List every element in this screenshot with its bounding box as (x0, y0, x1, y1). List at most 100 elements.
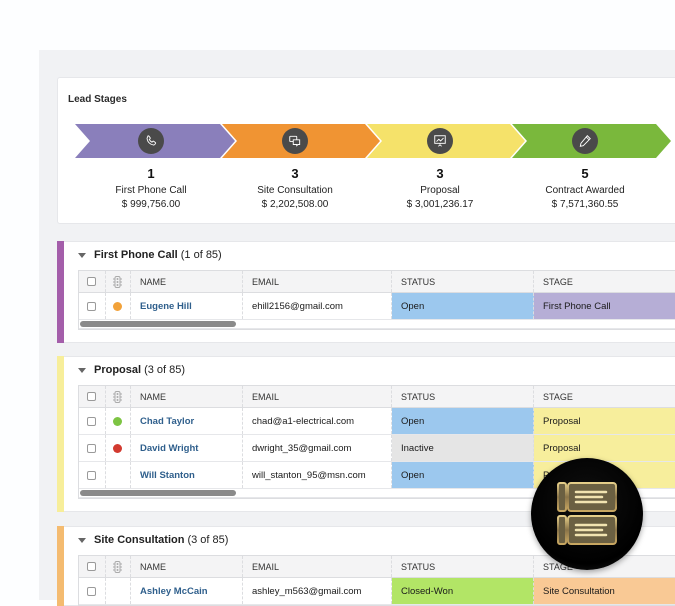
column-header-status[interactable]: STATUS (392, 386, 534, 407)
stage-amount-first-phone-call: $ 999,756.00 (121, 199, 181, 210)
table-row[interactable]: Chad Taylor chad@a1-electrical.com Open … (79, 408, 675, 435)
select-all-cell (79, 271, 106, 292)
select-all-checkbox[interactable] (87, 277, 96, 286)
lead-stages-card: Lead Stages 1 First Phone Call $ 999,756… (57, 77, 675, 224)
table-header-row: NAME EMAIL STATUS STAGE (79, 386, 675, 408)
lead-name-link[interactable]: Chad Taylor (140, 416, 194, 427)
select-all-checkbox[interactable] (87, 562, 96, 571)
select-all-cell (79, 386, 106, 407)
stage-name-proposal: Proposal (420, 185, 460, 196)
collapse-triangle-icon[interactable] (78, 252, 86, 258)
status-cell: Inactive (392, 435, 534, 461)
phone-icon (138, 128, 164, 154)
row-checkbox[interactable] (87, 443, 96, 453)
stage-count-site-consultation: 3 (291, 166, 299, 181)
section-title: Proposal (94, 364, 142, 376)
status-light-dot (113, 416, 122, 426)
name-cell: Chad Taylor (131, 408, 243, 434)
section-title: Site Consultation (94, 534, 185, 546)
stage-cell: Proposal (534, 435, 675, 461)
traffic-light-icon (113, 390, 122, 403)
status-light-dot (113, 443, 122, 453)
section-color-bar (57, 526, 64, 606)
status-cell: Open (392, 408, 534, 434)
kanban-view-button[interactable] (531, 458, 643, 570)
row-select-cell (79, 293, 106, 319)
stage-amount-contract-awarded: $ 7,571,360.55 (551, 199, 619, 210)
presentation-chart-icon (427, 128, 453, 154)
stage-cell: First Phone Call (534, 293, 675, 319)
collapse-triangle-icon[interactable] (78, 537, 86, 543)
name-cell: Eugene Hill (131, 293, 243, 319)
select-all-cell (79, 556, 106, 577)
column-header-email[interactable]: EMAIL (243, 556, 392, 577)
name-cell: Will Stanton (131, 462, 243, 488)
column-header-stage[interactable]: STAGE (534, 271, 675, 292)
column-header-status[interactable]: STATUS (392, 271, 534, 292)
row-select-cell (79, 578, 106, 604)
section-count: (1 of 85) (180, 249, 222, 261)
horizontal-scrollbar[interactable] (79, 320, 675, 329)
row-select-cell (79, 435, 106, 461)
column-header-email[interactable]: EMAIL (243, 271, 392, 292)
status-light-cell (106, 462, 131, 488)
stage-cell: Site Consultation (534, 578, 675, 604)
status-light-dot (113, 301, 122, 311)
section-count: (3 of 85) (144, 364, 186, 376)
traffic-light-icon (113, 560, 122, 573)
column-header-name[interactable]: NAME (131, 386, 243, 407)
chat-bubbles-icon (282, 128, 308, 154)
stage-name-site-consultation: Site Consultation (257, 185, 333, 196)
lead-name-link[interactable]: David Wright (140, 443, 198, 454)
section-header[interactable]: First Phone Call (1 of 85) (78, 249, 222, 261)
status-light-cell (106, 293, 131, 319)
status-light-cell (106, 578, 131, 604)
row-select-cell (79, 462, 106, 488)
select-all-checkbox[interactable] (87, 392, 96, 401)
scrollbar-thumb[interactable] (80, 321, 236, 327)
status-light-cell (106, 435, 131, 461)
stage-amount-proposal: $ 3,001,236.17 (406, 199, 474, 210)
row-select-cell (79, 408, 106, 434)
leads-table: NAME EMAIL STATUS STAGE Eugene Hill ehil… (78, 270, 675, 330)
column-header-name[interactable]: NAME (131, 556, 243, 577)
section-first-phone-call: First Phone Call (1 of 85) NAME EMAIL ST… (57, 241, 675, 343)
traffic-light-header (106, 386, 131, 407)
row-checkbox[interactable] (87, 470, 96, 480)
row-checkbox[interactable] (87, 301, 96, 311)
pen-icon (572, 128, 598, 154)
traffic-light-header (106, 271, 131, 292)
section-color-bar (57, 241, 64, 343)
name-cell: Ashley McCain (131, 578, 243, 604)
lead-name-link[interactable]: Eugene Hill (140, 301, 192, 312)
table-row[interactable]: Ashley McCain ashley_m563@gmail.com Clos… (79, 578, 675, 605)
section-header[interactable]: Site Consultation (3 of 85) (78, 534, 228, 546)
section-header[interactable]: Proposal (3 of 85) (78, 364, 185, 376)
stage-name-contract-awarded: Contract Awarded (545, 185, 625, 196)
lead-name-link[interactable]: Ashley McCain (140, 586, 208, 597)
row-checkbox[interactable] (87, 416, 96, 426)
stage-cell: Proposal (534, 408, 675, 434)
stage-amount-site-consultation: $ 2,202,508.00 (261, 199, 329, 210)
name-cell: David Wright (131, 435, 243, 461)
table-row[interactable]: Eugene Hill ehill2156@gmail.com Open Fir… (79, 293, 675, 320)
row-checkbox[interactable] (87, 586, 96, 596)
email-cell: ashley_m563@gmail.com (243, 578, 392, 604)
stage-name-first-phone-call: First Phone Call (115, 185, 187, 196)
stage-count-proposal: 3 (436, 166, 444, 181)
status-cell: Open (392, 293, 534, 319)
lead-name-link[interactable]: Will Stanton (140, 470, 195, 481)
status-cell: Closed-Won (392, 578, 534, 604)
section-color-bar (57, 356, 64, 512)
column-header-name[interactable]: NAME (131, 271, 243, 292)
kanban-board-icon (557, 482, 617, 545)
stage-count-first-phone-call: 1 (147, 166, 155, 181)
stage-count-contract-awarded: 5 (581, 166, 589, 181)
table-header-row: NAME EMAIL STATUS STAGE (79, 271, 675, 293)
status-light-cell (106, 408, 131, 434)
scrollbar-thumb[interactable] (80, 490, 236, 496)
column-header-status[interactable]: STATUS (392, 556, 534, 577)
collapse-triangle-icon[interactable] (78, 367, 86, 373)
column-header-email[interactable]: EMAIL (243, 386, 392, 407)
column-header-stage[interactable]: STAGE (534, 386, 675, 407)
